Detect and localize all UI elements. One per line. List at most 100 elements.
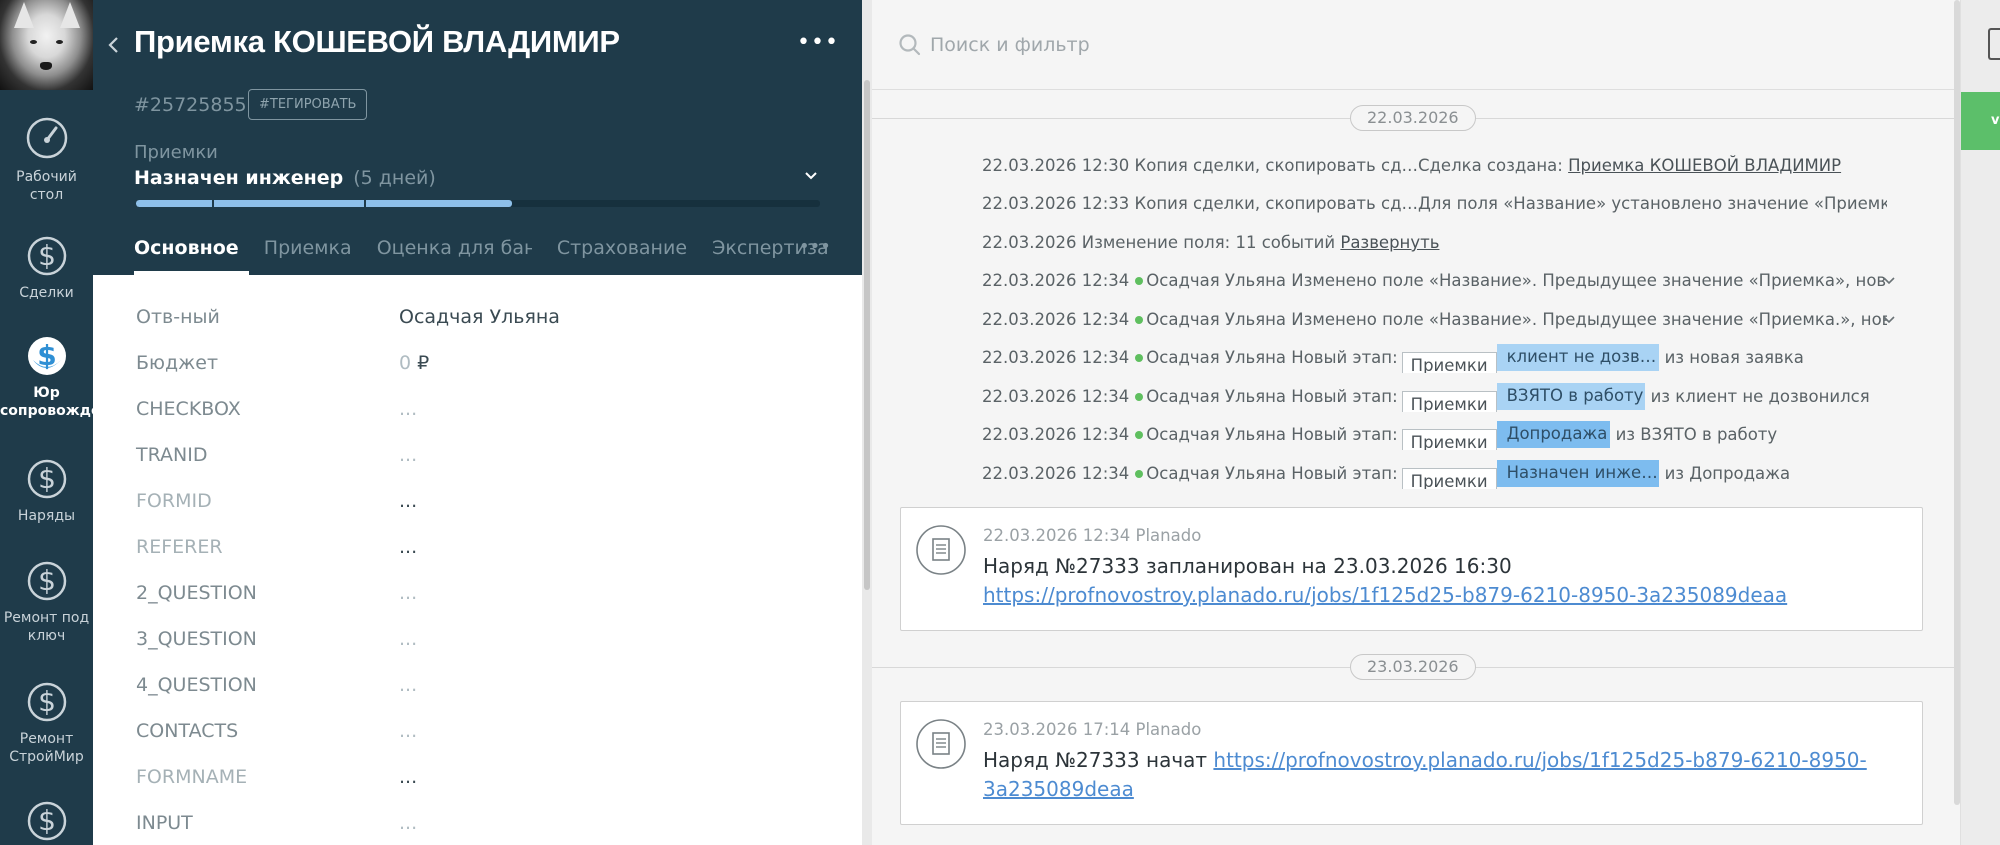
search-input[interactable] [930, 30, 1630, 60]
field-input[interactable]: INPUT ... [93, 812, 862, 845]
document-icon[interactable] [1988, 28, 2000, 60]
nav-label: сопровожде [0, 403, 93, 419]
planado-job-link[interactable]: https://profnovostroy.planado.ru/jobs/1f… [1213, 748, 1866, 772]
field-formid[interactable]: FORMID ... [93, 490, 862, 536]
nav-label: Сделки [19, 285, 74, 301]
avatar[interactable] [0, 0, 93, 90]
date-separator: 23.03.2026 [872, 652, 1954, 682]
card-scrollbar-thumb[interactable] [864, 80, 870, 590]
note-card: 23.03.2026 17:14 Planado Наряд №27333 на… [900, 701, 1923, 825]
badge-pipeline: Приемки [1401, 352, 1497, 373]
note-message: Наряд №27333 запланирован на 23.03.2026 … [983, 554, 1512, 578]
nav-item-turnkey-repair[interactable]: $ Ремонт под ключ [0, 555, 93, 645]
field-value[interactable]: 0 ₽ [399, 352, 429, 374]
field-4-question[interactable]: 4_QUESTION ... [93, 674, 862, 720]
field-value[interactable]: ... [399, 490, 417, 512]
chevron-down-icon[interactable] [803, 168, 819, 184]
badge-pipeline: Приемки [1401, 391, 1497, 412]
stage-selector[interactable]: Назначен инженер (5 дней) [134, 167, 436, 189]
nav-item-stroymir-repair[interactable]: $ Ремонт СтройМир [0, 676, 93, 766]
svg-text:$: $ [38, 685, 56, 718]
stage-badge: Приемки ВЗЯТО в работу [1401, 383, 1645, 412]
deal-link[interactable]: Приемка КОШЕВОЙ ВЛАДИМИР [1568, 156, 1841, 175]
field-value[interactable]: ... [399, 444, 417, 466]
svg-text:$: $ [38, 462, 56, 495]
field-label: FORMID [136, 490, 212, 512]
activity-dot [1135, 431, 1144, 439]
field-formname[interactable]: FORMNAME ... [93, 766, 862, 812]
field-budget[interactable]: Бюджет 0 ₽ [93, 352, 862, 398]
document-icon [916, 719, 966, 769]
field-label: TRANID [136, 444, 208, 466]
field-2-question[interactable]: 2_QUESTION ... [93, 582, 862, 628]
right-action-button[interactable]: v [1961, 92, 2000, 150]
feed-entry-stage-change: 22.03.2026 12:34 Осадчая Ульяна Новый эта… [982, 459, 1887, 489]
entry-author: Осадчая Ульяна [1146, 348, 1287, 367]
nav-label: Рабочий [16, 169, 77, 185]
activity-dot [1135, 470, 1144, 478]
expand-link[interactable]: Развернуть [1340, 233, 1439, 252]
entry-text: Новый этап: [1291, 387, 1398, 406]
tab-acceptance[interactable]: Приемка [264, 235, 352, 275]
field-value[interactable]: ... [399, 398, 417, 420]
tab-main[interactable]: Основное [134, 235, 249, 275]
field-value[interactable]: Осадчая Ульяна [399, 306, 560, 328]
entry-time: 22.03.2026 12:34 [982, 310, 1130, 329]
field-value[interactable]: ... [399, 812, 417, 834]
entry-author: Осадчая Ульяна [1146, 310, 1287, 329]
tabs-more-icon[interactable]: ••• [799, 236, 831, 257]
field-tranid[interactable]: TRANID ... [93, 444, 862, 490]
tab-bank-estimate[interactable]: Оценка для бані [377, 235, 532, 275]
pipeline-name: Приемки [134, 142, 218, 163]
tag-button[interactable]: #ТЕГИРОВАТЬ [248, 89, 368, 120]
dashboard-gauge-icon [26, 117, 67, 159]
field-label: 3_QUESTION [136, 628, 257, 650]
stage-badge: Приемки Допродажа [1401, 421, 1610, 450]
field-value[interactable]: ... [399, 674, 417, 696]
field-value[interactable]: ... [399, 766, 417, 788]
nav-item-deals[interactable]: $ Сделки [0, 230, 93, 302]
field-value[interactable]: ... [399, 628, 417, 650]
entry-text: Изменено поле «Название». Предыдущее зна… [1291, 271, 1887, 290]
dollar-icon: $ [27, 561, 66, 601]
entry-time: 22.03.2026 12:34 [982, 348, 1130, 367]
tab-insurance[interactable]: Страхование [557, 235, 687, 275]
progress-segment-divider [212, 200, 214, 207]
deal-title[interactable]: Приемка КОШЕВОЙ ВЛАДИМИР [134, 24, 620, 60]
field-3-question[interactable]: 3_QUESTION ... [93, 628, 862, 674]
field-value[interactable]: ... [399, 582, 417, 604]
entry-author: Осадчая Ульяна [1146, 464, 1287, 483]
date-pill: 23.03.2026 [1350, 654, 1476, 680]
entry-time: 22.03.2026 12:34 [982, 425, 1130, 444]
planado-job-link[interactable]: https://profnovostroy.planado.ru/jobs/1f… [983, 583, 1787, 607]
dollar-icon: $ [27, 801, 66, 841]
entry-author: Осадчая Ульяна [1146, 387, 1287, 406]
currency-symbol: ₽ [417, 352, 430, 374]
chevron-down-icon[interactable] [1882, 313, 1896, 327]
entry-time: 22.03.2026 [982, 233, 1077, 252]
feed-entry: 22.03.2026 12:30 Копия сделки, скопирова… [982, 151, 1887, 181]
entry-author: Осадчая Ульяна [1146, 271, 1287, 290]
field-value[interactable]: ... [399, 720, 417, 742]
more-options-icon[interactable]: ••• [797, 30, 839, 55]
field-contacts[interactable]: CONTACTS ... [93, 720, 862, 766]
field-referer[interactable]: REFERER ... [93, 536, 862, 582]
nav-item-work-orders[interactable]: $ Наряды [0, 453, 93, 525]
field-checkbox[interactable]: CHECKBOX ... [93, 398, 862, 444]
nav-label: стол [29, 187, 64, 203]
note-message: Наряд №27333 начат [983, 748, 1208, 772]
nav-item-dashboard[interactable]: Рабочий стол [0, 114, 93, 204]
entry-author: Осадчая Ульяна [1146, 425, 1287, 444]
stage-badge: Приемки клиент не дозв… [1401, 344, 1659, 373]
chevron-down-icon[interactable] [1882, 274, 1896, 288]
planado-job-link-continued[interactable]: 3a235089deaa [983, 777, 1134, 801]
field-value[interactable]: ... [399, 536, 417, 558]
svg-text:$: $ [37, 339, 56, 372]
back-chevron-icon[interactable] [103, 34, 125, 56]
field-responsible[interactable]: Отв-ный Осадчая Ульяна [93, 306, 862, 352]
feed-entry: 22.03.2026 Изменение поля: 11 событий Ра… [982, 228, 1887, 258]
entry-text: Изменение поля: 11 событий [1081, 233, 1336, 252]
nav-item-legal-support[interactable]: $ Юр сопровожде [0, 330, 93, 420]
svg-text:$: $ [38, 239, 56, 272]
nav-item-more[interactable]: $ [0, 795, 93, 845]
